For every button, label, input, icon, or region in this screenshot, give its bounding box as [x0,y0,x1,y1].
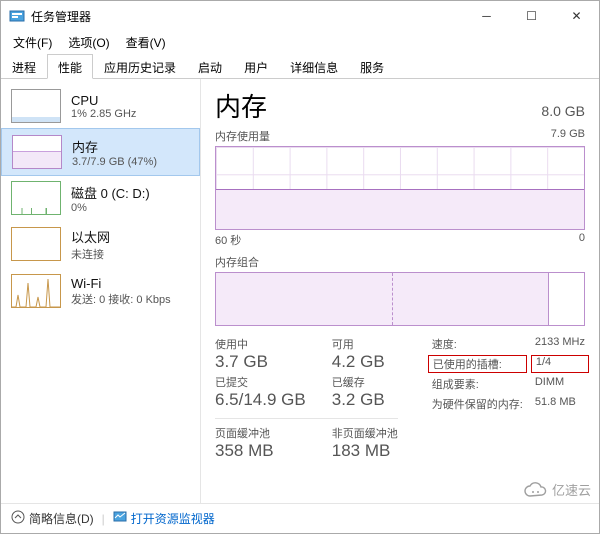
tab-startup[interactable]: 启动 [187,54,233,79]
graph-zero: 0 [579,232,585,248]
ethernet-thumbnail [11,227,61,261]
stat-label-paged: 页面缓冲池 [215,425,306,441]
fewer-details-label: 简略信息(D) [29,510,94,527]
window-controls: ─ ☐ ✕ [464,1,599,31]
spec-speed: 2133 MHz [535,336,585,352]
stat-label-cached: 已缓存 [332,374,398,390]
menu-file[interactable]: 文件(F) [5,32,60,53]
open-resource-monitor-link[interactable]: 打开资源监视器 [113,510,215,527]
stat-label-available: 可用 [332,336,398,352]
content-area: CPU 1% 2.85 GHz 内存 3.7/7.9 GB (47%) 磁盘 0… [1,79,599,503]
spec-label-form: 组成要素: [432,376,523,392]
resource-monitor-icon [113,510,127,527]
sidebar-item-sub: 未连接 [71,246,110,262]
spec-label-slots: 已使用的插槽: [428,355,527,373]
sidebar-item-memory[interactable]: 内存 3.7/7.9 GB (47%) [1,128,200,176]
spec-slots: 1/4 [531,355,589,373]
footer-bar: 简略信息(D) | 打开资源监视器 [1,503,599,533]
sidebar-item-sub: 0% [71,202,150,214]
disk-thumbnail [11,181,61,215]
sidebar-item-title: Wi-Fi [71,276,171,291]
stat-committed: 6.5/14.9 GB [215,390,306,410]
wifi-thumbnail [11,274,61,308]
tab-users[interactable]: 用户 [233,54,279,79]
sidebar-item-sub: 3.7/7.9 GB (47%) [72,156,157,168]
stat-nonpaged: 183 MB [332,441,398,461]
open-resource-monitor-label: 打开资源监视器 [131,510,215,527]
sidebar-item-sub: 发送: 0 接收: 0 Kbps [71,291,171,307]
cloud-icon [524,482,548,498]
stat-label-nonpaged: 非页面缓冲池 [332,425,398,441]
tab-app-history[interactable]: 应用历史记录 [93,54,187,79]
graph-time-axis: 60 秒 [215,232,241,248]
spec-label-speed: 速度: [432,336,523,352]
spec-form: DIMM [535,376,585,392]
sidebar-item-title: 内存 [72,137,157,156]
cpu-thumbnail [11,89,61,123]
sidebar-item-disk[interactable]: 磁盘 0 (C: D:) 0% [1,175,200,221]
fewer-details-button[interactable]: 简略信息(D) [11,510,94,527]
close-button[interactable]: ✕ [554,1,599,31]
menubar: 文件(F) 选项(O) 查看(V) [1,31,599,53]
tab-performance[interactable]: 性能 [47,54,93,79]
maximize-button[interactable]: ☐ [509,1,554,31]
titlebar: 任务管理器 ─ ☐ ✕ [1,1,599,31]
sidebar-item-ethernet[interactable]: 以太网 未连接 [1,221,200,268]
stat-paged: 358 MB [215,441,306,461]
sidebar-item-cpu[interactable]: CPU 1% 2.85 GHz [1,83,200,129]
menu-options[interactable]: 选项(O) [60,32,117,53]
spec-hw-reserved: 51.8 MB [535,396,585,412]
sidebar-item-wifi[interactable]: Wi-Fi 发送: 0 接收: 0 Kbps [1,268,200,314]
app-icon [9,8,25,24]
page-heading: 内存 [215,87,267,124]
tab-services[interactable]: 服务 [349,54,395,79]
sidebar-item-title: 以太网 [71,227,110,246]
usage-graph-label: 内存使用量 [215,128,270,144]
chevron-up-icon [11,510,25,527]
stat-in-use: 3.7 GB [215,352,306,372]
stat-cached: 3.2 GB [332,390,398,410]
tab-processes[interactable]: 进程 [1,54,47,79]
window-title: 任务管理器 [31,8,464,25]
spec-label-hw-reserved: 为硬件保留的内存: [432,396,523,412]
memory-thumbnail [12,135,62,169]
menu-view[interactable]: 查看(V) [118,32,174,53]
tab-details[interactable]: 详细信息 [279,54,349,79]
sidebar-item-sub: 1% 2.85 GHz [71,108,136,120]
usage-graph-max: 7.9 GB [551,128,585,144]
sidebar-item-title: 磁盘 0 (C: D:) [71,183,150,202]
composition-label: 内存组合 [215,254,259,270]
tab-strip: 进程 性能 应用历史记录 启动 用户 详细信息 服务 [1,53,599,79]
total-capacity: 8.0 GB [541,103,585,119]
stat-label-in-use: 使用中 [215,336,306,352]
sidebar: CPU 1% 2.85 GHz 内存 3.7/7.9 GB (47%) 磁盘 0… [1,79,201,503]
watermark-text: 亿速云 [552,480,591,499]
stats-block: 使用中 3.7 GB 可用 4.2 GB 已提交 6.5/14.9 GB 已缓存… [215,336,585,461]
minimize-button[interactable]: ─ [464,1,509,31]
memory-composition-graph[interactable] [215,272,585,326]
watermark: 亿速云 [524,480,591,499]
sidebar-item-title: CPU [71,93,136,108]
main-panel: 内存 8.0 GB 内存使用量 7.9 GB 60 秒 0 内存组合 使用中 3… [201,79,599,503]
stat-label-committed: 已提交 [215,374,306,390]
memory-usage-graph[interactable] [215,146,585,230]
stat-available: 4.2 GB [332,352,398,372]
